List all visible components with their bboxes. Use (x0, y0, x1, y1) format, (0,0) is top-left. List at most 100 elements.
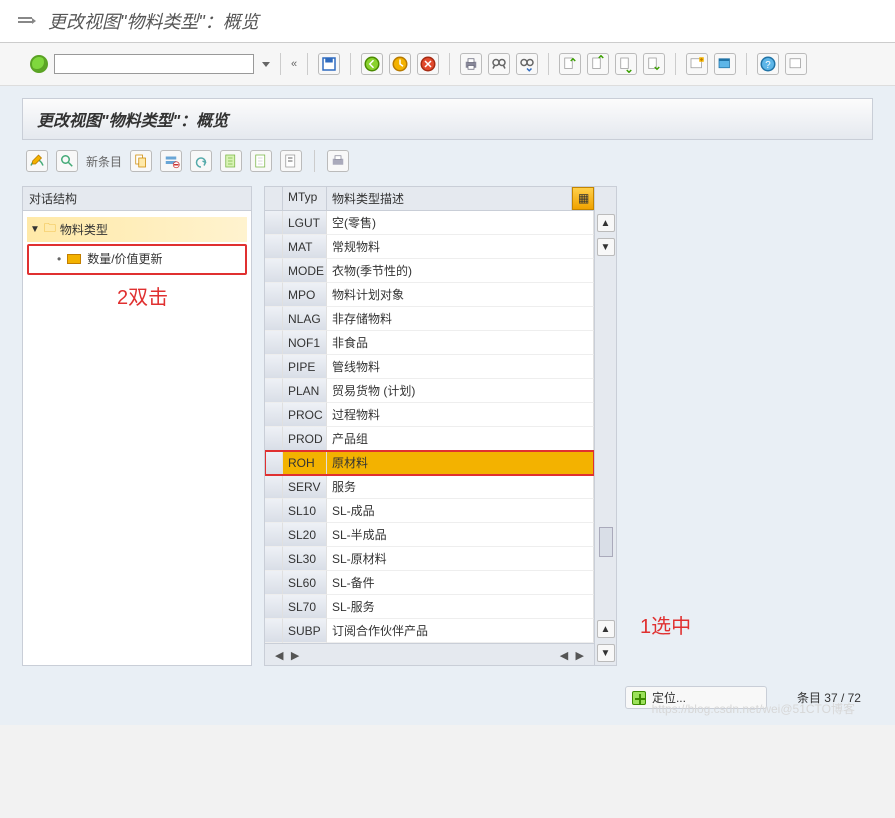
cell-desc[interactable]: SL-半成品 (327, 523, 594, 547)
new-entries-button[interactable]: 新条目 (86, 153, 122, 170)
row-selector[interactable] (265, 235, 283, 259)
tree-node-child[interactable]: • 数量/价值更新 (53, 248, 239, 269)
row-selector[interactable] (265, 547, 283, 571)
delete-button[interactable] (160, 150, 182, 172)
command-dropdown-icon[interactable] (262, 62, 270, 67)
cell-desc[interactable]: 贸易货物 (计划) (327, 379, 594, 403)
cell-mtyp[interactable]: MPO (283, 283, 327, 307)
undo-button[interactable] (190, 150, 212, 172)
cell-mtyp[interactable]: SL70 (283, 595, 327, 619)
row-selector[interactable] (265, 571, 283, 595)
cell-desc[interactable]: 非存储物料 (327, 307, 594, 331)
row-selector[interactable] (265, 379, 283, 403)
cell-mtyp[interactable]: PIPE (283, 355, 327, 379)
table-row[interactable]: PLAN贸易货物 (计划) (265, 379, 594, 403)
cell-desc[interactable]: 空(零售) (327, 211, 594, 235)
row-selector[interactable] (265, 355, 283, 379)
cell-desc[interactable]: 管线物料 (327, 355, 594, 379)
cell-mtyp[interactable]: SL10 (283, 499, 327, 523)
cell-desc[interactable]: SL-备件 (327, 571, 594, 595)
cell-mtyp[interactable]: PROC (283, 403, 327, 427)
scroll-down-icon[interactable]: ▼ (597, 644, 615, 662)
scroll-up-icon[interactable]: ▲ (597, 214, 615, 232)
row-selector[interactable] (265, 211, 283, 235)
cell-desc[interactable]: 过程物料 (327, 403, 594, 427)
layout-button[interactable] (714, 53, 736, 75)
table-row[interactable]: ROH原材料 (265, 451, 594, 475)
cell-mtyp[interactable]: SL60 (283, 571, 327, 595)
help-button[interactable]: ? (757, 53, 779, 75)
table-row[interactable]: SUBP订阅合作伙伴产品 (265, 619, 594, 643)
table-row[interactable]: SL30SL-原材料 (265, 547, 594, 571)
find-next-button[interactable] (516, 53, 538, 75)
column-desc[interactable]: 物料类型描述 (327, 187, 572, 210)
new-session-button[interactable] (686, 53, 708, 75)
table-row[interactable]: SERV服务 (265, 475, 594, 499)
cell-mtyp[interactable]: NOF1 (283, 331, 327, 355)
cell-mtyp[interactable]: MAT (283, 235, 327, 259)
prev-page-button[interactable] (587, 53, 609, 75)
cell-mtyp[interactable]: SL30 (283, 547, 327, 571)
back-button[interactable] (361, 53, 383, 75)
table-row[interactable]: MAT常规物料 (265, 235, 594, 259)
select-all-button[interactable] (220, 150, 242, 172)
row-selector[interactable] (265, 427, 283, 451)
row-selector[interactable] (265, 475, 283, 499)
table-row[interactable]: SL20SL-半成品 (265, 523, 594, 547)
cell-mtyp[interactable]: SERV (283, 475, 327, 499)
row-selector[interactable] (265, 331, 283, 355)
row-selector[interactable] (265, 523, 283, 547)
select-all-column[interactable] (265, 187, 283, 210)
row-selector[interactable] (265, 403, 283, 427)
ok-status-icon[interactable] (30, 55, 48, 73)
menu-icon[interactable] (18, 15, 34, 27)
print-button[interactable] (460, 53, 482, 75)
toggle-display-change-button[interactable] (26, 150, 48, 172)
table-row[interactable]: LGUT空(零售) (265, 211, 594, 235)
cell-desc[interactable]: 衣物(季节性的) (327, 259, 594, 283)
table-row[interactable]: NLAG非存储物料 (265, 307, 594, 331)
row-selector[interactable] (265, 595, 283, 619)
chevron-left-icon[interactable]: « (291, 58, 297, 70)
deselect-all-button[interactable] (250, 150, 272, 172)
scroll-right-icon[interactable]: ▶ (289, 650, 301, 662)
table-row[interactable]: SL60SL-备件 (265, 571, 594, 595)
cell-desc[interactable]: SL-服务 (327, 595, 594, 619)
tree-node-root[interactable]: ▼ 🗀 物料类型 (27, 217, 247, 242)
table-row[interactable]: PROD产品组 (265, 427, 594, 451)
copy-button[interactable] (130, 150, 152, 172)
row-selector[interactable] (265, 451, 283, 475)
scroll-up-icon[interactable]: ▲ (597, 620, 615, 638)
cell-mtyp[interactable]: MODE (283, 259, 327, 283)
table-settings-icon[interactable]: ▦ (572, 187, 594, 210)
cell-mtyp[interactable]: NLAG (283, 307, 327, 331)
scroll-left-icon[interactable]: ◀ (558, 650, 570, 662)
expand-icon[interactable]: ▼ (30, 224, 40, 235)
config-button[interactable] (280, 150, 302, 172)
cell-desc[interactable]: SL-原材料 (327, 547, 594, 571)
cell-desc[interactable]: 产品组 (327, 427, 594, 451)
save-button[interactable] (318, 53, 340, 75)
table-row[interactable]: MODE衣物(季节性的) (265, 259, 594, 283)
scroll-left-icon[interactable]: ◀ (273, 650, 285, 662)
first-page-button[interactable] (559, 53, 581, 75)
cell-mtyp[interactable]: ROH (283, 451, 327, 475)
table-row[interactable]: PIPE管线物料 (265, 355, 594, 379)
next-page-button[interactable] (615, 53, 637, 75)
cell-mtyp[interactable]: LGUT (283, 211, 327, 235)
cell-desc[interactable]: 非食品 (327, 331, 594, 355)
find-button[interactable] (488, 53, 510, 75)
cell-desc[interactable]: 订阅合作伙伴产品 (327, 619, 594, 643)
settings-button[interactable] (785, 53, 807, 75)
row-selector[interactable] (265, 307, 283, 331)
table-row[interactable]: MPO物料计划对象 (265, 283, 594, 307)
row-selector[interactable] (265, 619, 283, 643)
row-selector[interactable] (265, 499, 283, 523)
row-selector[interactable] (265, 283, 283, 307)
table-row[interactable]: PROC过程物料 (265, 403, 594, 427)
cell-mtyp[interactable]: SUBP (283, 619, 327, 643)
cell-desc[interactable]: 物料计划对象 (327, 283, 594, 307)
print-app-button[interactable] (327, 150, 349, 172)
scroll-thumb[interactable] (599, 527, 613, 557)
cell-desc[interactable]: SL-成品 (327, 499, 594, 523)
